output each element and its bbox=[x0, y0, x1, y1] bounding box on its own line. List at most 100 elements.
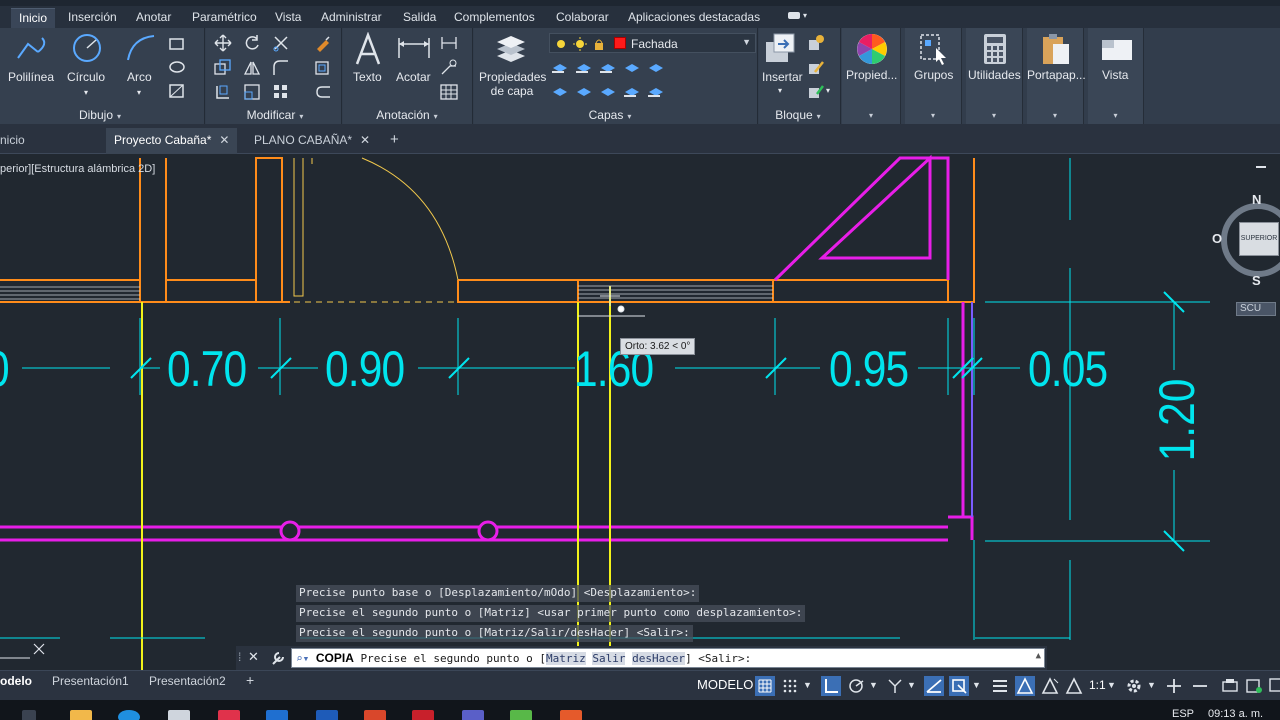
search-icon[interactable] bbox=[22, 710, 36, 720]
block-attributes-icon[interactable] bbox=[807, 82, 825, 100]
mirror-icon[interactable] bbox=[243, 59, 261, 77]
layer-dropdown[interactable]: Fachada ▼ bbox=[549, 33, 756, 53]
add-scale-plus-icon[interactable] bbox=[1164, 676, 1184, 696]
table-icon[interactable] bbox=[440, 83, 458, 101]
text-icon[interactable] bbox=[353, 32, 383, 66]
tab-start[interactable]: nicio bbox=[0, 128, 104, 154]
mail-icon[interactable] bbox=[266, 710, 288, 720]
gear-icon[interactable] bbox=[1124, 676, 1144, 696]
app-orange-icon[interactable] bbox=[560, 710, 582, 720]
draw-panel-title[interactable]: Dibujo ▾ bbox=[60, 108, 140, 122]
create-block-icon[interactable] bbox=[807, 34, 825, 52]
dimension-icon[interactable] bbox=[396, 34, 432, 62]
annotation-scale-icon[interactable] bbox=[1064, 676, 1084, 696]
close-icon[interactable]: ✕ bbox=[219, 133, 229, 147]
offset-icon[interactable] bbox=[314, 83, 332, 101]
ucs-menu[interactable]: SCU bbox=[1236, 302, 1276, 316]
new-tab-plus-icon[interactable]: + bbox=[390, 131, 399, 148]
stretch-icon[interactable] bbox=[214, 83, 232, 101]
block-panel-title[interactable]: Bloque ▾ bbox=[763, 108, 833, 122]
view-button[interactable]: Vista ▾ bbox=[1088, 28, 1144, 124]
clipboard-button[interactable]: Portapap... ▾ bbox=[1027, 28, 1086, 124]
arc-button[interactable]: Arco bbox=[127, 70, 152, 84]
text-button[interactable]: Texto bbox=[353, 70, 382, 84]
explode-icon[interactable] bbox=[314, 59, 332, 77]
compass-north[interactable]: N bbox=[1252, 192, 1261, 207]
ortho-icon[interactable] bbox=[821, 676, 841, 696]
app-green-icon[interactable] bbox=[510, 710, 532, 720]
block-tools-caret[interactable]: ▾ bbox=[826, 84, 830, 98]
annotation-panel-title[interactable]: Anotación ▾ bbox=[362, 108, 452, 122]
arc-icon[interactable] bbox=[124, 32, 158, 64]
add-layout-plus-icon[interactable]: + bbox=[240, 672, 260, 688]
tab-proyecto-cabana[interactable]: Proyecto Cabaña* ✕ bbox=[106, 128, 238, 154]
clock[interactable]: 09:13 a. m. bbox=[1208, 708, 1263, 720]
tab-layout1[interactable]: Presentación1 bbox=[46, 674, 135, 688]
isolate-objects-icon[interactable] bbox=[1220, 676, 1240, 696]
close-icon[interactable]: ✕ bbox=[360, 133, 370, 147]
minus-icon[interactable] bbox=[1190, 676, 1210, 696]
lineweight-icon[interactable] bbox=[990, 676, 1010, 696]
word-icon[interactable] bbox=[316, 710, 338, 720]
compass-west[interactable]: O bbox=[1212, 231, 1222, 246]
circle-icon[interactable] bbox=[70, 32, 104, 64]
fillet-icon[interactable] bbox=[272, 59, 290, 77]
customize-icon[interactable] bbox=[270, 650, 286, 666]
dimension-button[interactable]: Acotar bbox=[396, 70, 431, 84]
compass-south[interactable]: S bbox=[1252, 273, 1261, 288]
viewcube[interactable]: SUPERIOR N S O bbox=[1212, 192, 1280, 288]
app-icon[interactable] bbox=[218, 710, 240, 720]
annotation-visibility-icon[interactable] bbox=[1015, 676, 1035, 696]
viewcube-face[interactable]: SUPERIOR bbox=[1239, 222, 1279, 256]
tab-anotar[interactable]: Anotar bbox=[136, 8, 171, 28]
input-language[interactable]: ESP bbox=[1172, 708, 1194, 720]
polyline-button[interactable]: Polilínea bbox=[8, 70, 54, 84]
tab-complementos[interactable]: Complementos bbox=[454, 8, 535, 28]
command-history-toggle-icon[interactable]: ▲ bbox=[1036, 651, 1041, 661]
tab-insercion[interactable]: Inserción bbox=[68, 8, 117, 28]
option-deshacer[interactable]: desHacer bbox=[632, 652, 686, 665]
insert-dropdown-caret[interactable]: ▾ bbox=[778, 84, 782, 98]
arc-dropdown-caret[interactable]: ▾ bbox=[137, 86, 141, 100]
object-snap-icon[interactable] bbox=[949, 676, 969, 696]
snap-icon[interactable] bbox=[780, 676, 800, 696]
tab-administrar[interactable]: Administrar bbox=[321, 8, 382, 28]
move-icon[interactable] bbox=[214, 34, 232, 52]
rotate-icon[interactable] bbox=[243, 34, 261, 52]
properties-button[interactable]: Propied... ▾ bbox=[842, 28, 901, 124]
tab-aplicaciones-destacadas[interactable]: Aplicaciones destacadas bbox=[628, 8, 760, 28]
leader-icon[interactable] bbox=[440, 58, 458, 76]
file-explorer-icon[interactable] bbox=[70, 710, 92, 720]
modify-panel-title[interactable]: Modificar ▾ bbox=[230, 108, 320, 122]
viewport-label[interactable]: perior][Estructura alámbrica 2D] bbox=[0, 163, 155, 175]
isodraft-icon[interactable] bbox=[885, 676, 905, 696]
polyline-icon[interactable] bbox=[14, 34, 50, 64]
grid-icon[interactable] bbox=[755, 676, 775, 696]
command-input[interactable]: ⌕▾ COPIA Precise el segundo punto o [Mat… bbox=[291, 648, 1045, 668]
minimize-icon[interactable] bbox=[1256, 166, 1266, 168]
layers-panel-title[interactable]: Capas ▾ bbox=[575, 108, 645, 122]
scale-icon[interactable] bbox=[243, 83, 261, 101]
layer-properties-button[interactable]: Propiedades de capa bbox=[479, 70, 546, 98]
utilities-button[interactable]: Utilidades ▾ bbox=[966, 28, 1023, 124]
rectangle-icon[interactable] bbox=[168, 35, 186, 53]
object-snap-tracking-icon[interactable] bbox=[924, 676, 944, 696]
copy-icon[interactable] bbox=[214, 59, 232, 77]
close-command-line-icon[interactable]: ✕ bbox=[248, 649, 259, 665]
teams-icon[interactable] bbox=[462, 710, 484, 720]
edit-block-icon[interactable] bbox=[807, 58, 825, 76]
circle-dropdown-caret[interactable]: ▾ bbox=[84, 86, 88, 100]
tab-model[interactable]: odelo bbox=[0, 674, 38, 688]
tab-salida[interactable]: Salida bbox=[403, 8, 436, 28]
layer-properties-icon[interactable] bbox=[493, 32, 529, 66]
object-snap-dropdown-caret[interactable]: ▼ bbox=[972, 676, 992, 696]
hatch-icon[interactable] bbox=[168, 58, 186, 76]
snap-dropdown-caret[interactable]: ▼ bbox=[803, 676, 823, 696]
linear-dimension-icon[interactable] bbox=[440, 34, 458, 52]
gradient-icon[interactable] bbox=[168, 82, 186, 100]
edge-icon[interactable] bbox=[118, 710, 140, 720]
erase-icon[interactable] bbox=[314, 34, 332, 52]
store-icon[interactable] bbox=[168, 710, 190, 720]
tab-parametrico[interactable]: Paramétrico bbox=[192, 8, 257, 28]
hardware-acceleration-icon[interactable] bbox=[1244, 676, 1264, 696]
